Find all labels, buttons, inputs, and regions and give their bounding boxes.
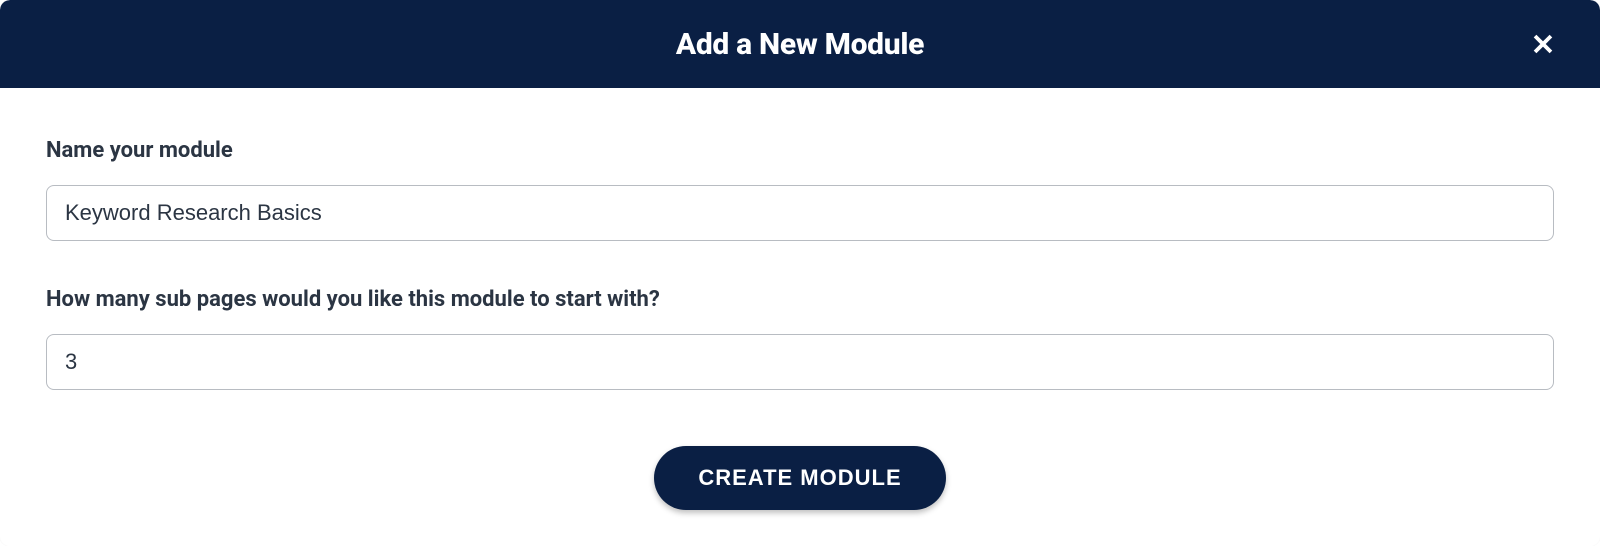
add-module-modal: Add a New Module Name your module How ma… [0, 0, 1600, 546]
close-icon [1530, 31, 1556, 57]
module-name-input[interactable] [46, 185, 1554, 241]
create-module-button[interactable]: CREATE MODULE [654, 446, 945, 510]
module-name-label: Name your module [46, 138, 1554, 163]
modal-footer: CREATE MODULE [46, 436, 1554, 510]
module-name-group: Name your module [46, 138, 1554, 241]
modal-title: Add a New Module [676, 27, 924, 62]
close-button[interactable] [1524, 25, 1562, 63]
modal-header: Add a New Module [0, 0, 1600, 88]
subpages-label: How many sub pages would you like this m… [46, 287, 1554, 312]
subpages-group: How many sub pages would you like this m… [46, 287, 1554, 390]
subpages-input[interactable] [46, 334, 1554, 390]
modal-body: Name your module How many sub pages woul… [0, 88, 1600, 540]
